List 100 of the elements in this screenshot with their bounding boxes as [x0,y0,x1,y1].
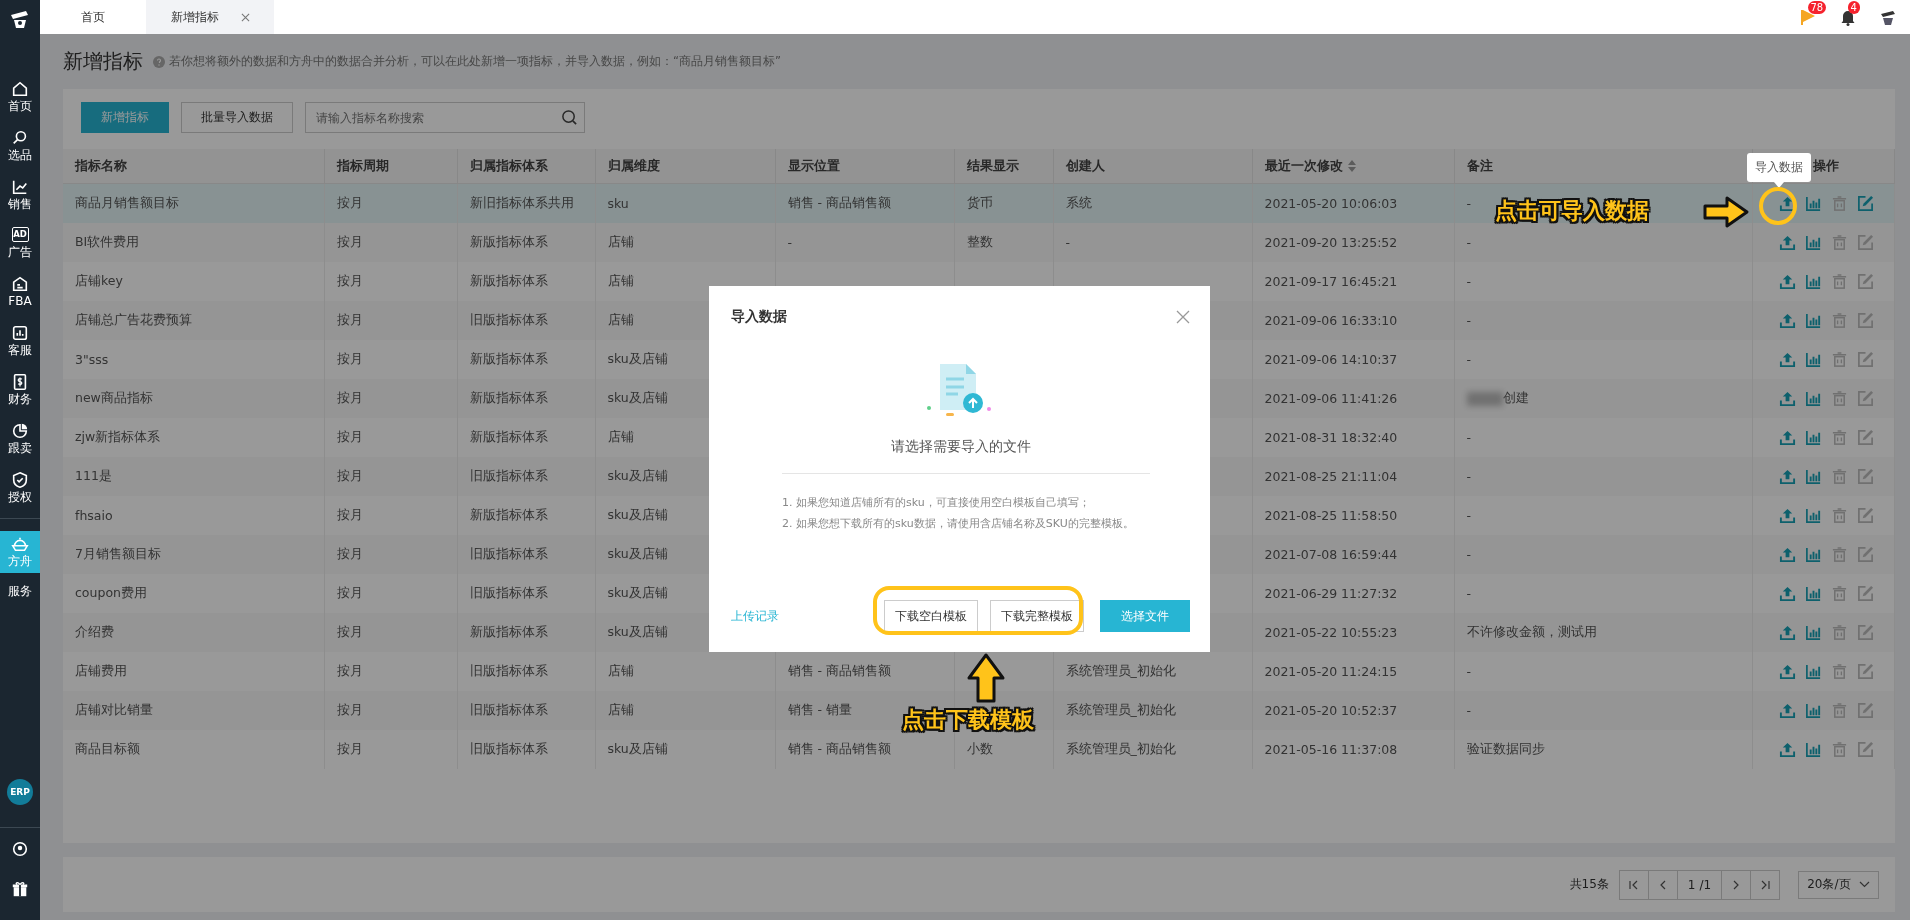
bar-chart-icon[interactable] [1804,507,1822,524]
bar-chart-icon [11,324,29,342]
trash-icon [1830,663,1848,680]
edit-icon[interactable] [1856,468,1874,485]
close-icon[interactable] [1176,310,1190,324]
bar-chart-icon[interactable] [1804,741,1822,758]
first-page-icon [1628,879,1639,890]
edit-icon[interactable] [1856,507,1874,524]
column-header: 操作 [1812,157,1839,175]
table-cell: 系统 [1053,183,1252,223]
sidebar-item[interactable]: FBA [0,271,40,313]
highlight-circle [1759,187,1797,225]
bar-chart-icon[interactable] [1804,702,1822,719]
upload-icon[interactable] [1778,585,1796,602]
edit-icon[interactable] [1856,195,1874,212]
upload-icon[interactable] [1778,624,1796,641]
bar-chart-icon[interactable] [1804,390,1822,407]
trash-icon [1830,195,1848,212]
edit-icon[interactable] [1856,351,1874,368]
upload-icon[interactable] [1778,312,1796,329]
edit-icon[interactable] [1856,663,1874,680]
bar-chart-icon[interactable] [1804,195,1822,212]
import-button[interactable]: 批量导入数据 [181,102,293,133]
edit-icon[interactable] [1856,624,1874,641]
dollar-icon [11,373,29,391]
upload-icon[interactable] [1778,234,1796,251]
upload-icon[interactable] [1778,273,1796,290]
table-cell: 销售 - 商品销售额 [775,730,954,769]
sidebar-item[interactable]: 首页 [0,76,40,118]
upload-icon[interactable] [1778,390,1796,407]
table-cell: 店铺 [595,691,775,730]
page-title: 新增指标 [63,48,143,75]
table-cell: 按月 [324,613,457,652]
upload-icon[interactable] [1778,663,1796,680]
page-total: /1 [1699,877,1712,892]
table-cell: 7月销售额目标 [63,535,324,574]
edit-icon[interactable] [1856,546,1874,563]
sidebar-item[interactable]: 客服 [0,320,40,362]
table-cell: 2021-09-20 13:25:52 [1252,223,1454,262]
upload-icon[interactable] [1778,741,1796,758]
upload-icon[interactable] [1778,351,1796,368]
sort-icon[interactable] [1347,160,1356,172]
line-chart-icon [11,178,29,196]
page-number[interactable]: 1 [1687,877,1696,892]
search-field[interactable]: 请输入指标名称搜索 [305,102,585,133]
tab[interactable]: 新增指标 [146,0,274,34]
instruction-text: 1. 如果您知道店铺所有的sku，可直接使用空白模板自己填写； [782,495,1091,511]
trash-icon [1830,429,1848,446]
bar-chart-icon[interactable] [1804,663,1822,680]
table-cell: 按月 [324,535,457,574]
search-icon[interactable] [561,109,578,126]
edit-icon[interactable] [1856,312,1874,329]
bar-chart-icon[interactable] [1804,585,1822,602]
tab[interactable]: 首页 [40,0,146,34]
table-cell: 111是 [63,457,324,496]
bar-chart-icon[interactable] [1804,351,1822,368]
upload-icon[interactable] [1778,546,1796,563]
table-cell: BI软件费用 [63,223,324,262]
column-header: 创建人 [1065,157,1105,175]
table-cell: 2021-05-16 11:37:08 [1252,730,1454,769]
bar-chart-icon[interactable] [1804,312,1822,329]
upload-icon[interactable] [1778,702,1796,719]
upload-icon[interactable] [1778,468,1796,485]
sidebar-item[interactable]: 财务 [0,369,40,411]
trash-icon [1830,273,1848,290]
sidebar-item[interactable]: 销售 [0,174,40,216]
erp-badge[interactable]: ERP [7,779,33,805]
edit-icon[interactable] [1856,273,1874,290]
ad-icon: AD [11,227,29,242]
upload-icon[interactable] [1778,429,1796,446]
bar-chart-icon[interactable] [1804,234,1822,251]
edit-icon[interactable] [1856,234,1874,251]
bar-chart-icon[interactable] [1804,624,1822,641]
sidebar-item[interactable]: AD 广告 [0,223,40,264]
page-size-select[interactable]: 20条/页 [1798,870,1879,899]
table-cell: 按月 [324,301,457,340]
table-cell: 旧版指标体系 [457,301,595,340]
table-cell: 货币 [954,183,1053,223]
trash-icon [1830,351,1848,368]
gift-icon[interactable] [11,880,29,898]
edit-icon[interactable] [1856,390,1874,407]
table-cell: new商品指标 [63,379,324,418]
edit-icon[interactable] [1856,702,1874,719]
table-cell: 2021-05-20 10:06:03 [1252,183,1454,223]
upload-icon[interactable] [1778,507,1796,524]
sidebar-item[interactable]: 选品 [0,125,40,167]
table-cell: 店铺对比销量 [63,691,324,730]
sidebar-item[interactable]: 跟卖 [0,418,40,460]
table-cell: - [1454,691,1752,730]
bar-chart-icon[interactable] [1804,273,1822,290]
edit-icon[interactable] [1856,741,1874,758]
bar-chart-icon[interactable] [1804,468,1822,485]
sidebar-item[interactable]: 授权 [0,467,40,509]
sidebar-item[interactable]: 服务 [0,580,40,603]
edit-icon[interactable] [1856,429,1874,446]
bar-chart-icon[interactable] [1804,546,1822,563]
table-cell: 2021-05-20 10:52:37 [1252,691,1454,730]
close-icon[interactable] [240,12,250,22]
edit-icon[interactable] [1856,585,1874,602]
bar-chart-icon[interactable] [1804,429,1822,446]
